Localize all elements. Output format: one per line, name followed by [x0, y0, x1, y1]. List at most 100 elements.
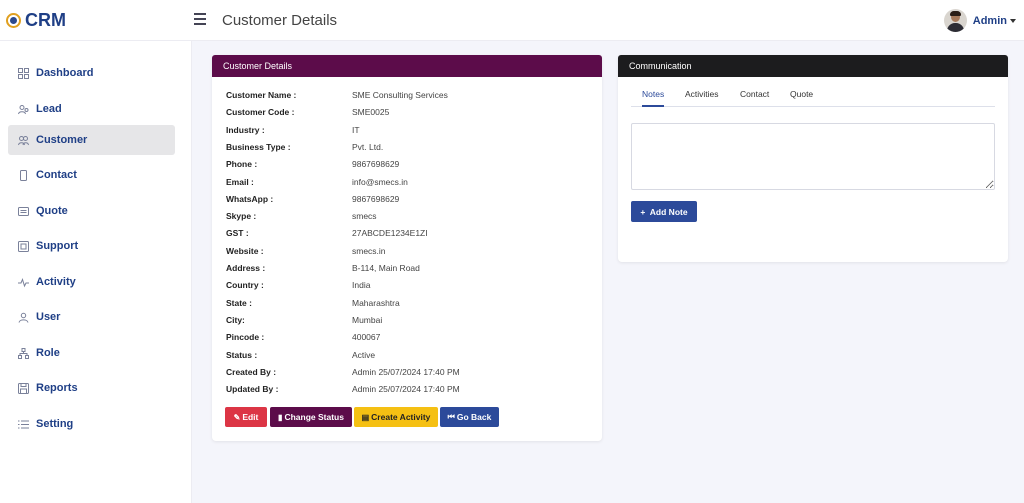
detail-row: WhatsApp : 9867698629 — [226, 194, 399, 211]
detail-value: 9867698629 — [352, 159, 400, 170]
sidebar-item-user[interactable]: User — [8, 302, 175, 332]
user-icon — [18, 312, 29, 323]
detail-value: 9867698629 — [352, 193, 400, 204]
detail-row: Updated By : Admin 25/07/2024 17:40 PM — [226, 384, 460, 401]
edit-icon: ✎ — [233, 412, 241, 422]
detail-value: 400067 — [352, 332, 381, 343]
tab-quote[interactable]: Quote — [790, 89, 813, 99]
top-bar: CRM Customer Details Admin — [0, 0, 1024, 41]
detail-value: 27ABCDE1234E1ZI — [352, 228, 428, 239]
create-activity-button[interactable]: ▤ Create Activity — [354, 407, 438, 427]
detail-label: Industry : — [226, 124, 265, 135]
detail-row: Phone : 9867698629 — [226, 159, 399, 176]
edit-button-label: Edit — [242, 412, 259, 422]
edit-button[interactable]: ✎ Edit — [225, 407, 267, 427]
detail-label: Website : — [226, 245, 264, 256]
detail-row: Customer Name : SME Consulting Services — [226, 90, 448, 107]
detail-row: Created By : Admin 25/07/2024 17:40 PM — [226, 367, 460, 384]
tab-activities[interactable]: Activities — [685, 89, 719, 99]
detail-label: Updated By : — [226, 384, 279, 395]
change-status-button-label: Change Status — [284, 412, 344, 422]
sidebar-item-support[interactable]: Support — [8, 231, 175, 261]
sidebar-item-label: Support — [36, 240, 79, 252]
detail-label: Country : — [226, 280, 264, 291]
grid-icon — [18, 67, 29, 79]
detail-row: Status : Active — [226, 350, 375, 367]
detail-row: Business Type : Pvt. Ltd. — [226, 142, 383, 159]
detail-label: Status : — [226, 349, 258, 360]
change-status-button[interactable]: ▮ Change Status — [270, 407, 352, 427]
sidebar-item-contact[interactable]: Contact — [8, 160, 175, 190]
detail-row: Skype : smecs — [226, 211, 377, 228]
sidebar-item-label: Role — [36, 347, 60, 359]
sidebar-item-quote[interactable]: Quote — [8, 196, 175, 226]
detail-value: Maharashtra — [352, 297, 400, 308]
sidebar-item-setting[interactable]: Setting — [8, 409, 175, 439]
menu-toggle-icon[interactable] — [194, 13, 206, 25]
detail-value: Mumbai — [352, 314, 383, 325]
plus-icon: + — [640, 206, 646, 217]
customer-details-header: Customer Details — [212, 55, 602, 77]
sidebar-item-customer[interactable]: Customer — [8, 125, 175, 155]
sidebar-item-label: Reports — [36, 382, 78, 394]
sidebar-item-reports[interactable]: Reports — [8, 373, 175, 403]
save-icon — [18, 382, 29, 394]
go-back-button[interactable]: ⏮ Go Back — [440, 407, 499, 427]
users-icon — [18, 104, 29, 115]
sidebar-item-activity[interactable]: Activity — [8, 267, 175, 297]
add-note-button[interactable]: + Add Note — [631, 201, 697, 222]
detail-row: GST : 27ABCDE1234E1ZI — [226, 228, 428, 245]
detail-label: Pincode : — [226, 332, 265, 343]
detail-value: Active — [352, 349, 376, 360]
users-icon — [18, 135, 29, 146]
detail-label: Skype : — [226, 211, 257, 222]
detail-value: info@smecs.in — [352, 176, 408, 187]
detail-row: Industry : IT — [226, 125, 360, 142]
detail-label: Business Type : — [226, 141, 291, 152]
communication-header: Communication — [618, 55, 1008, 77]
detail-label: Address : — [226, 263, 266, 273]
rewind-icon: ⏮ — [447, 412, 455, 421]
page-title: Customer Details — [222, 12, 338, 29]
brand-logo[interactable]: CRM — [6, 10, 66, 31]
detail-row: Customer Code : SME0025 — [226, 107, 389, 124]
detail-row: Website : smecs.in — [226, 246, 386, 263]
sidebar-item-label: User — [36, 311, 61, 323]
sidebar-item-label: Dashboard — [36, 67, 94, 79]
pulse-icon — [18, 277, 29, 288]
sidebar-item-role[interactable]: Role — [8, 338, 175, 368]
tab-notes[interactable]: Notes — [642, 89, 665, 107]
support-icon — [18, 240, 29, 252]
document-icon — [18, 206, 29, 217]
sidebar: Dashboard Lead Customer Contact Quote Su… — [0, 41, 192, 503]
hierarchy-icon — [18, 347, 29, 359]
detail-row: Email : info@smecs.in — [226, 177, 408, 194]
sidebar-item-label: Setting — [36, 418, 74, 430]
go-back-button-label: Go Back — [456, 412, 492, 422]
communication-tabs: Notes Activities Contact Quote — [631, 85, 995, 107]
detail-label: Phone : — [226, 159, 258, 170]
note-textarea[interactable] — [631, 123, 995, 190]
caret-down-icon — [1010, 18, 1016, 23]
detail-label: GST : — [226, 228, 249, 239]
sidebar-item-label: Customer — [36, 134, 88, 146]
detail-value: Admin 25/07/2024 17:40 PM — [352, 366, 460, 377]
sidebar-item-lead[interactable]: Lead — [8, 94, 175, 124]
crm-logo-icon — [6, 13, 21, 28]
tab-contact[interactable]: Contact — [740, 89, 769, 99]
detail-value: smecs — [352, 211, 377, 222]
sidebar-item-label: Quote — [36, 205, 68, 217]
detail-row: City: Mumbai — [226, 315, 382, 332]
detail-row: Country : India — [226, 280, 370, 297]
detail-value: India — [352, 280, 371, 291]
sidebar-item-dashboard[interactable]: Dashboard — [8, 58, 175, 88]
communication-card: Communication Notes Activities Contact Q… — [618, 55, 1008, 262]
user-name: Admin — [972, 14, 1007, 27]
brand-name: CRM — [25, 10, 66, 30]
sidebar-item-label: Contact — [36, 169, 77, 181]
user-menu[interactable]: Admin — [943, 9, 1016, 32]
detail-value: SME Consulting Services — [352, 90, 448, 100]
detail-row: Pincode : 400067 — [226, 332, 380, 349]
detail-row: Address : B-114, Main Road — [226, 263, 420, 280]
detail-label: State : — [226, 297, 252, 308]
